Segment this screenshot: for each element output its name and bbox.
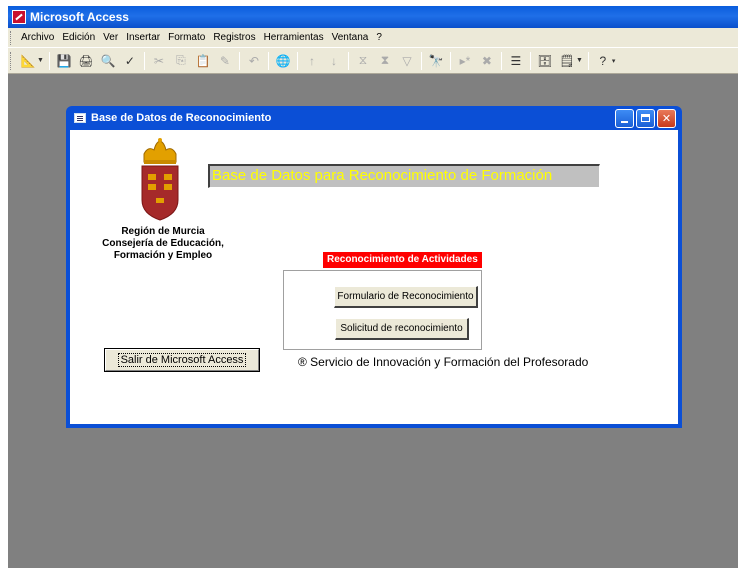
database-window-icon[interactable]: 🗄: [536, 52, 554, 70]
menu-formato[interactable]: Formato: [164, 32, 209, 43]
minimize-icon: [621, 120, 628, 123]
sort-descending-icon[interactable]: ↓: [325, 52, 343, 70]
new-object-icon[interactable]: 🗒: [558, 52, 576, 70]
formulario-reconocimiento-button[interactable]: Formulario de Reconocimiento: [334, 286, 478, 308]
menu-herramientas[interactable]: Herramientas: [260, 32, 328, 43]
org-line-consejeria: Consejería de Educación,: [102, 238, 224, 249]
new-record-icon[interactable]: ▸*: [456, 52, 474, 70]
toolbar-separator: [587, 51, 589, 70]
toolbar-separator: [529, 51, 531, 70]
org-line-region: Región de Murcia: [121, 226, 205, 237]
toolbar-separator: [347, 51, 349, 70]
format-painter-icon[interactable]: ✎: [216, 52, 234, 70]
apply-filter-icon[interactable]: ▽: [398, 52, 416, 70]
toolbar-separator: [48, 51, 50, 70]
paste-icon[interactable]: 📋: [194, 52, 212, 70]
toolbar-grip[interactable]: [10, 51, 13, 70]
spelling-icon[interactable]: ✓: [121, 52, 139, 70]
menu-bar: Archivo Edición Ver Insertar Formato Reg…: [8, 28, 738, 48]
credit-text: ® Servicio de Innovación y Formación del…: [298, 355, 589, 369]
sort-ascending-icon[interactable]: ↑: [303, 52, 321, 70]
window-controls: ✕: [615, 108, 676, 128]
view-dropdown-icon[interactable]: ▼: [37, 57, 44, 64]
toolbar-separator: [238, 51, 240, 70]
menu-ventana[interactable]: Ventana: [328, 32, 373, 43]
toolbar-separator: [267, 51, 269, 70]
org-line-formacion: Formación y Empleo: [113, 250, 213, 261]
find-icon[interactable]: 🔭: [427, 52, 445, 70]
properties-icon[interactable]: ☰: [507, 52, 525, 70]
toolbar-separator: [296, 51, 298, 70]
menu-edicion[interactable]: Edición: [58, 32, 99, 43]
menu-help[interactable]: ?: [372, 32, 386, 43]
save-icon[interactable]: 💾: [55, 52, 73, 70]
close-button[interactable]: ✕: [657, 108, 676, 128]
menu-insertar[interactable]: Insertar: [122, 32, 164, 43]
toolbar-separator: [420, 51, 422, 70]
exit-button-label: Salir de Microsoft Access: [117, 353, 247, 367]
access-window: Microsoft Access Archivo Edición Ver Ins…: [8, 6, 738, 568]
access-icon: [12, 10, 26, 24]
insert-hyperlink-icon[interactable]: 🌐: [274, 52, 292, 70]
menu-ver[interactable]: Ver: [99, 32, 122, 43]
region-murcia-crest-icon: [141, 138, 179, 221]
app-title-bar[interactable]: Microsoft Access: [8, 6, 738, 28]
maximize-button[interactable]: [636, 108, 655, 128]
print-icon[interactable]: 🖨: [77, 52, 95, 70]
organization-name: Región de Murcia Consejería de Educación…: [78, 226, 248, 262]
form-window: Base de Datos de Reconocimiento ✕ Región…: [66, 106, 682, 428]
form-icon: [74, 113, 86, 123]
maximize-icon: [641, 114, 650, 122]
form-title-bar[interactable]: Base de Datos de Reconocimiento ✕: [70, 106, 678, 130]
activities-label: Reconocimiento de Actividades: [323, 252, 482, 268]
solicitud-reconocimiento-button[interactable]: Solicitud de reconocimiento: [335, 318, 469, 340]
toolbar-separator: [449, 51, 451, 70]
exit-button-face: Salir de Microsoft Access: [105, 349, 259, 371]
copy-icon[interactable]: ⎘: [172, 52, 190, 70]
main-title: Base de Datos para Reconocimiento de For…: [208, 164, 600, 188]
minimize-button[interactable]: [615, 108, 634, 128]
menu-archivo[interactable]: Archivo: [17, 32, 58, 43]
app-title: Microsoft Access: [30, 10, 129, 24]
filter-by-form-icon[interactable]: ⧗: [376, 52, 394, 70]
view-icon[interactable]: 📐: [19, 52, 37, 70]
undo-icon[interactable]: ↶: [245, 52, 263, 70]
delete-record-icon[interactable]: ✖: [478, 52, 496, 70]
exit-access-button[interactable]: Salir de Microsoft Access: [104, 348, 260, 372]
toolbar-separator: [500, 51, 502, 70]
filter-by-selection-icon[interactable]: ⧖: [354, 52, 372, 70]
menu-grip[interactable]: [10, 30, 13, 45]
cut-icon[interactable]: ✂: [150, 52, 168, 70]
menu-registros[interactable]: Registros: [209, 32, 259, 43]
toolbar: 📐 ▼ 💾 🖨 🔍 ✓ ✂ ⎘ 📋 ✎ ↶ 🌐 ↑ ↓ ⧖ ⧗ ▽ 🔭 ▸* ✖ …: [8, 48, 738, 74]
new-object-dropdown-icon[interactable]: ▼: [576, 57, 583, 64]
print-preview-icon[interactable]: 🔍: [99, 52, 117, 70]
form-body: Región de Murcia Consejería de Educación…: [70, 130, 678, 424]
toolbar-separator: [143, 51, 145, 70]
toolbar-options-icon[interactable]: ▾: [612, 57, 616, 65]
form-title: Base de Datos de Reconocimiento: [91, 112, 272, 124]
help-icon[interactable]: ?: [594, 52, 612, 70]
